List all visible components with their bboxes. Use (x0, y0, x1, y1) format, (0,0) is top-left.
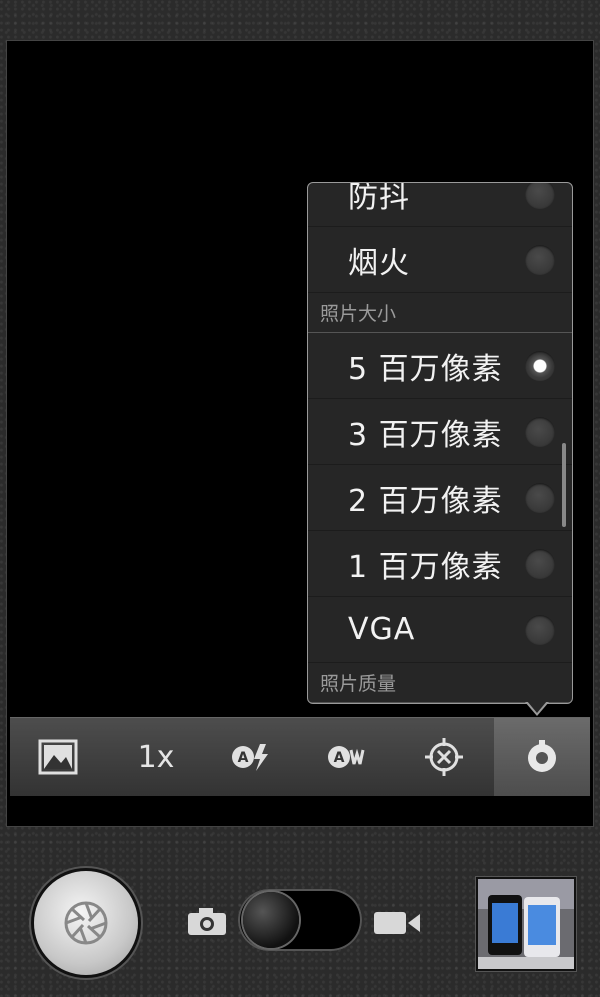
settings-menu-list[interactable]: 防抖 烟火 照片大小 5 百万像素 3 百万像素 2 百万像素 1 百万像素 V… (308, 182, 572, 703)
option-label: 5 百万像素 (348, 351, 503, 387)
camera-app: 防抖 烟火 照片大小 5 百万像素 3 百万像素 2 百万像素 1 百万像素 V… (0, 0, 600, 997)
svg-text:A: A (334, 750, 345, 766)
last-photo-thumbnail[interactable] (476, 877, 576, 971)
photo-mode-button[interactable] (186, 906, 228, 940)
camera-icon (188, 908, 226, 935)
size-option-vga[interactable]: VGA (308, 597, 572, 663)
radio-button[interactable] (525, 416, 555, 447)
scene-option-fireworks[interactable]: 烟火 (308, 227, 572, 293)
zoom-button[interactable]: 1x (108, 718, 204, 796)
flash-button[interactable]: A (204, 718, 300, 796)
menu-pointer-inner (527, 701, 547, 713)
aperture-icon (64, 901, 108, 945)
option-label: 1 百万像素 (348, 549, 503, 585)
size-option-3mp[interactable]: 3 百万像素 (308, 399, 572, 465)
radio-button[interactable] (525, 614, 555, 645)
focus-target-icon (425, 738, 463, 776)
radio-button[interactable] (525, 548, 555, 579)
white-balance-auto-icon: A (328, 746, 365, 768)
section-header-photo-quality: 照片质量 (308, 663, 572, 703)
white-balance-button[interactable]: A (300, 718, 396, 796)
section-header-photo-size: 照片大小 (308, 293, 572, 333)
size-option-1mp[interactable]: 1 百万像素 (308, 531, 572, 597)
mode-switch-knob[interactable] (243, 892, 299, 948)
thumbnail-image (478, 879, 574, 969)
video-camera-icon (374, 912, 420, 934)
gallery-icon (38, 739, 78, 775)
radio-button[interactable] (525, 183, 555, 209)
settings-menu: 防抖 烟火 照片大小 5 百万像素 3 百万像素 2 百万像素 1 百万像素 V… (307, 182, 573, 704)
radio-button[interactable] (525, 482, 555, 513)
radio-button[interactable] (525, 244, 555, 275)
option-label: 3 百万像素 (348, 417, 503, 453)
gallery-button[interactable] (10, 718, 106, 796)
option-label: VGA (348, 612, 416, 647)
size-option-2mp[interactable]: 2 百万像素 (308, 465, 572, 531)
flash-auto-icon: A (232, 744, 268, 771)
camera-toolbar: 1x A A (10, 717, 590, 796)
radio-button-selected[interactable] (525, 350, 555, 381)
zoom-label: 1x (137, 739, 175, 775)
svg-text:A: A (238, 750, 249, 766)
shutter-button[interactable] (34, 871, 138, 975)
focus-button[interactable] (396, 718, 492, 796)
scene-option-anti-shake[interactable]: 防抖 (308, 182, 572, 227)
settings-icon (528, 740, 556, 772)
size-option-5mp[interactable]: 5 百万像素 (308, 333, 572, 399)
video-mode-button[interactable] (372, 910, 422, 940)
option-label: 防抖 (348, 182, 410, 215)
option-label: 烟火 (348, 245, 410, 281)
settings-button[interactable] (494, 718, 590, 796)
option-label: 2 百万像素 (348, 483, 503, 519)
menu-scrollbar[interactable] (562, 443, 566, 527)
